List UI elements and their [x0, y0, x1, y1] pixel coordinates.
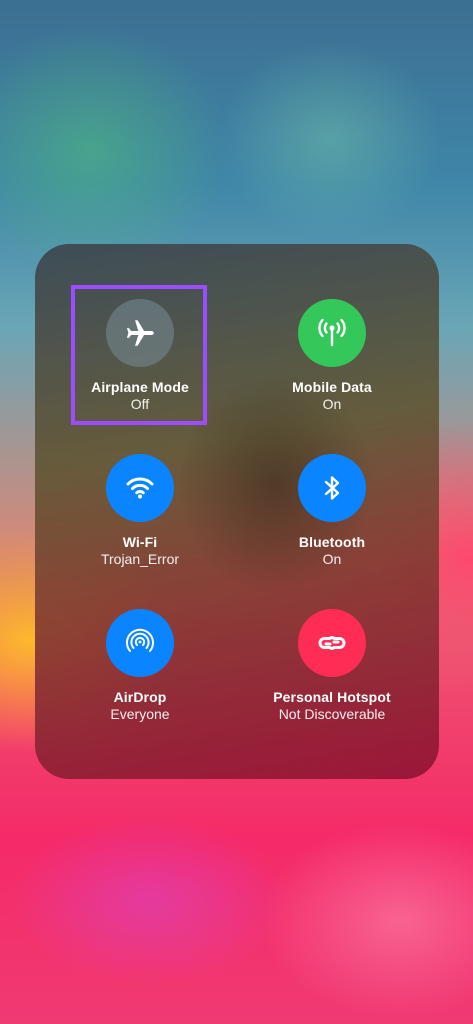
- airplane-icon: [123, 316, 157, 350]
- mobile-data-label: Mobile Data: [292, 379, 372, 395]
- personal-hotspot-button[interactable]: [298, 609, 366, 677]
- wifi-button[interactable]: [106, 454, 174, 522]
- wifi-icon: [123, 471, 157, 505]
- airdrop-toggle[interactable]: AirDrop Everyone: [40, 609, 240, 764]
- mobile-data-status: On: [322, 396, 342, 412]
- mobile-data-button[interactable]: [298, 299, 366, 367]
- hotspot-icon: [314, 625, 350, 661]
- airdrop-status: Everyone: [110, 706, 170, 722]
- airplane-mode-label: Airplane Mode: [91, 379, 189, 395]
- airplane-mode-status: Off: [130, 396, 150, 412]
- bluetooth-icon: [315, 471, 349, 505]
- wifi-toggle[interactable]: Wi-Fi Trojan_Error: [40, 454, 240, 609]
- personal-hotspot-toggle[interactable]: Personal Hotspot Not Discoverable: [232, 609, 432, 764]
- personal-hotspot-label: Personal Hotspot: [273, 689, 391, 705]
- airdrop-icon: [121, 624, 159, 662]
- bluetooth-toggle[interactable]: Bluetooth On: [232, 454, 432, 609]
- personal-hotspot-status: Not Discoverable: [278, 706, 386, 722]
- airdrop-label: AirDrop: [113, 689, 167, 705]
- airplane-mode-toggle[interactable]: Airplane Mode Off: [40, 299, 240, 454]
- airplane-mode-button[interactable]: [106, 299, 174, 367]
- airdrop-button[interactable]: [106, 609, 174, 677]
- connectivity-panel: Airplane Mode Off Mobile Data On Wi-Fi T…: [35, 244, 439, 779]
- bluetooth-label: Bluetooth: [298, 534, 366, 550]
- bluetooth-button[interactable]: [298, 454, 366, 522]
- antenna-icon: [314, 315, 350, 351]
- wifi-status: Trojan_Error: [100, 551, 180, 567]
- bluetooth-status: On: [322, 551, 342, 567]
- mobile-data-toggle[interactable]: Mobile Data On: [232, 299, 432, 454]
- wifi-label: Wi-Fi: [122, 534, 158, 550]
